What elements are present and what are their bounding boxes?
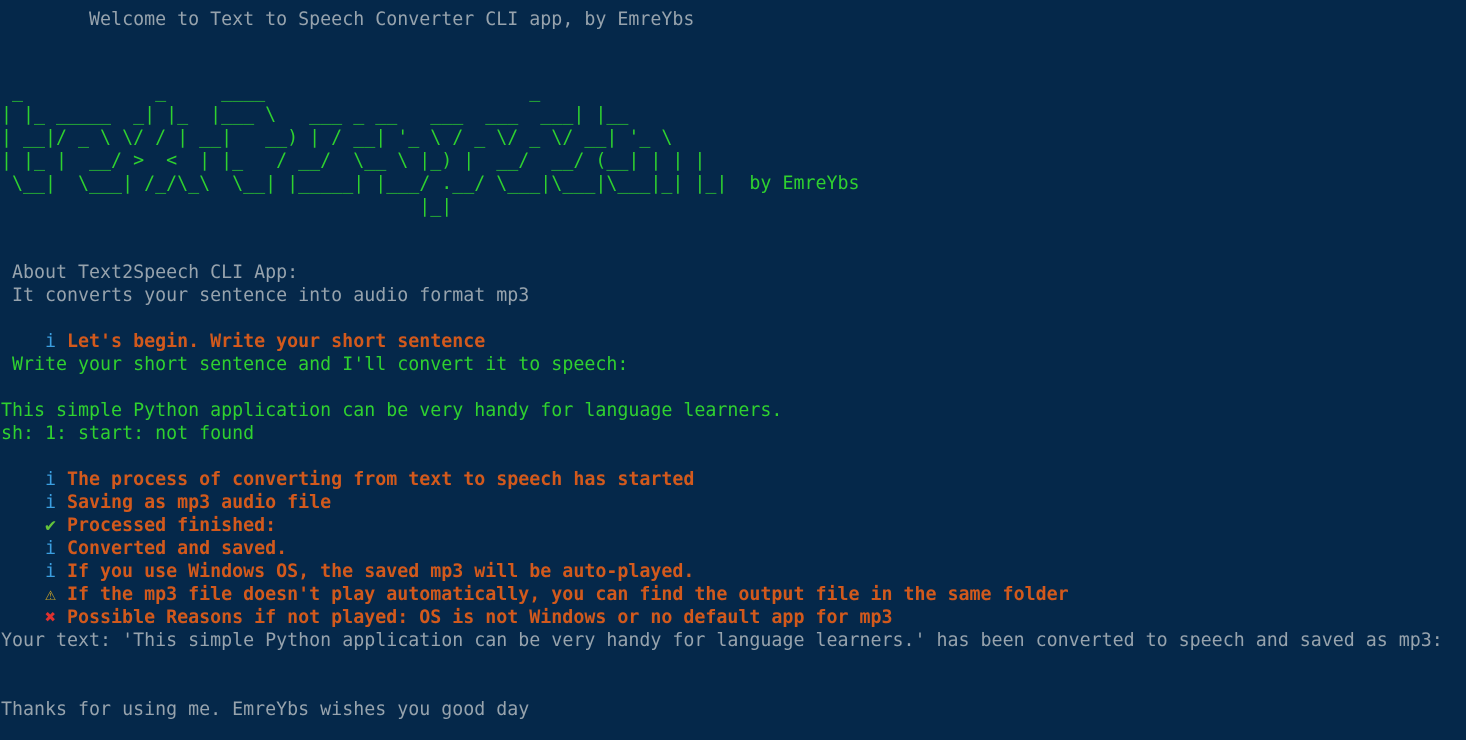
banner-line: | |_ | __/ > < | |_ / __/ \__ \ |_) | __… [1, 150, 706, 171]
shell-error: sh: 1: start: not found [1, 423, 255, 444]
input-instruction: Write your short sentence and I'll conve… [1, 354, 629, 375]
log-line: i The process of converting from text to … [1, 445, 694, 490]
error-icon: ✖ [45, 607, 57, 628]
log-line: ✔ Processed finished: [1, 491, 276, 536]
banner-line: | |_ _____ _| |_ |___ \ ___ _ __ ___ ___… [1, 104, 629, 125]
about-title: About Text2Speech CLI App: [1, 262, 299, 283]
banner-line: | __|/ _ \ \/ / | __| __) | / __| '_ \ /… [1, 127, 673, 148]
log-line: i Converted and saved. [1, 514, 287, 559]
goodbye-message: Thanks for using me. EmreYbs wishes you … [1, 699, 530, 720]
begin-text: Let's begin. Write your short sentence [67, 331, 486, 352]
banner-line: \__| \___| /_/\_\ \__| |_____| |___/ .__… [1, 173, 860, 194]
begin-message: i Let's begin. Write your short sentence [1, 307, 485, 352]
log-line: ⚠ If the mp3 file doesn't play automatica… [1, 560, 1069, 605]
banner-line: |_| [1, 196, 453, 217]
info-icon: i [45, 331, 57, 352]
log-line: i If you use Windows OS, the saved mp3 wi… [1, 537, 694, 582]
log-line: ✖ Possible Reasons if not played: OS is n… [1, 583, 892, 628]
result-summary: Your text: 'This simple Python applicati… [1, 630, 1443, 651]
user-input-line[interactable]: This simple Python application can be ve… [1, 399, 782, 422]
about-description: It converts your sentence into audio for… [1, 285, 530, 306]
log-line: i Saving as mp3 audio file [1, 468, 331, 513]
welcome-message: Welcome to Text to Speech Converter CLI … [1, 9, 695, 30]
banner-line: _ _ ____ _ [1, 81, 541, 102]
ascii-banner: _ _ ____ _ | |_ _____ _| |_ |___ \ ___ _… [1, 80, 860, 218]
log-text: Possible Reasons if not played: OS is no… [67, 607, 893, 628]
terminal-window[interactable]: Welcome to Text to Speech Converter CLI … [0, 0, 1466, 740]
